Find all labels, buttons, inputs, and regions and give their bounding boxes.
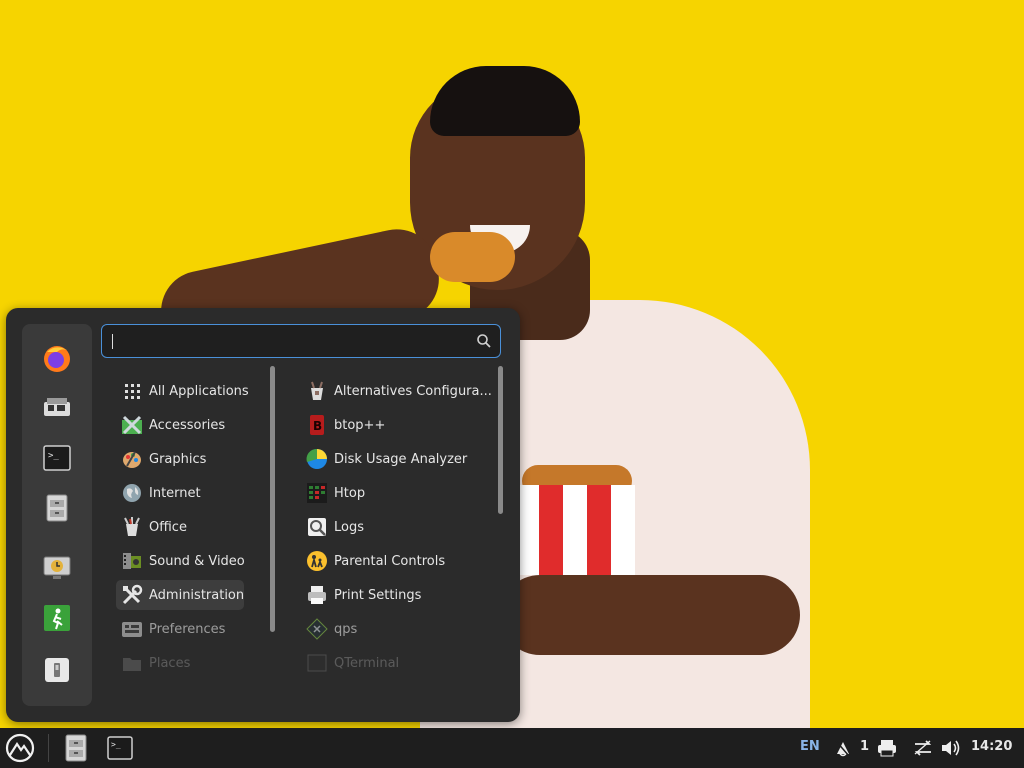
sound-video-icon — [121, 550, 143, 572]
administration-icon — [121, 584, 143, 606]
places-icon — [121, 652, 143, 674]
timeshift-icon[interactable] — [41, 552, 73, 584]
app-logs[interactable]: Logs — [301, 512, 364, 542]
software-manager-icon[interactable] — [41, 392, 73, 424]
app-label: Print Settings — [334, 587, 422, 603]
wallpaper-chicken — [430, 232, 515, 282]
clock[interactable]: 14:20 — [971, 739, 1012, 754]
application-list: Alternatives Configura... B btop++ Disk … — [301, 374, 491, 674]
category-label: Internet — [149, 485, 201, 501]
category-sound-video[interactable]: Sound & Video — [116, 546, 245, 576]
category-label: Sound & Video — [149, 553, 245, 569]
text-caret — [112, 334, 113, 349]
qps-icon — [306, 618, 328, 640]
category-label: Administration — [149, 587, 245, 603]
qterminal-icon — [306, 652, 328, 674]
wallpaper-bucket — [515, 485, 635, 575]
favorites-bar: >_ — [22, 324, 92, 706]
file-manager-launcher-icon[interactable] — [60, 732, 92, 764]
alternatives-icon — [306, 380, 328, 402]
start-menu-button[interactable] — [4, 732, 36, 764]
application-menu: >_ All Applications Accessories Graphics… — [6, 308, 520, 722]
app-disk-usage-analyzer[interactable]: Disk Usage Analyzer — [301, 444, 467, 474]
search-box[interactable] — [101, 324, 501, 358]
volume-icon[interactable] — [940, 732, 962, 764]
category-label: Graphics — [149, 451, 207, 467]
office-icon — [121, 516, 143, 538]
app-htop[interactable]: Htop — [301, 478, 365, 508]
notifications-count: 1 — [860, 739, 870, 754]
firefox-icon[interactable] — [41, 342, 73, 374]
taskbar: >_ EN 1 14:20 — [0, 728, 1024, 768]
category-graphics[interactable]: Graphics — [116, 444, 206, 474]
wallpaper-arm-right — [500, 575, 800, 655]
category-label: All Applications — [149, 383, 249, 399]
graphics-icon — [121, 448, 143, 470]
search-input[interactable] — [116, 329, 470, 355]
category-label: Accessories — [149, 417, 226, 433]
app-alternatives-configurator[interactable]: Alternatives Configura... — [301, 376, 491, 406]
app-parental-controls[interactable]: Parental Controls — [301, 546, 445, 576]
internet-icon — [121, 482, 143, 504]
category-administration[interactable]: Administration — [116, 580, 244, 610]
svg-text:>_: >_ — [48, 451, 59, 461]
category-scrollbar[interactable] — [270, 366, 275, 632]
logout-icon[interactable] — [41, 602, 73, 634]
app-label: QTerminal — [334, 655, 400, 671]
htop-icon — [306, 482, 328, 504]
grid-icon — [121, 380, 143, 402]
svg-text:B: B — [313, 419, 322, 433]
app-btop[interactable]: B btop++ — [301, 410, 385, 440]
category-label: Preferences — [149, 621, 226, 637]
keyboard-layout-indicator[interactable]: EN — [800, 739, 820, 754]
accessories-icon — [121, 414, 143, 436]
category-places[interactable]: Places — [116, 648, 190, 674]
app-print-settings[interactable]: Print Settings — [301, 580, 421, 610]
category-all-applications[interactable]: All Applications — [116, 376, 249, 406]
printer-tray-icon[interactable] — [876, 732, 898, 764]
app-label: qps — [334, 621, 358, 637]
app-label: Logs — [334, 519, 364, 535]
category-office[interactable]: Office — [116, 512, 187, 542]
category-preferences[interactable]: Preferences — [116, 614, 225, 644]
category-list: All Applications Accessories Graphics In… — [116, 374, 266, 674]
app-label: btop++ — [334, 417, 386, 433]
notifications-icon[interactable] — [834, 732, 852, 764]
shutdown-icon[interactable] — [41, 654, 73, 686]
svg-text:>_: >_ — [111, 740, 121, 749]
printer-icon — [306, 584, 328, 606]
category-internet[interactable]: Internet — [116, 478, 201, 508]
terminal-launcher-icon[interactable]: >_ — [104, 732, 136, 764]
search-icon[interactable] — [476, 333, 492, 349]
app-qterminal[interactable]: QTerminal — [301, 648, 399, 674]
application-scrollbar[interactable] — [498, 366, 503, 514]
category-label: Places — [149, 655, 191, 671]
category-label: Office — [149, 519, 187, 535]
terminal-icon[interactable]: >_ — [41, 442, 73, 474]
parental-controls-icon — [306, 550, 328, 572]
app-label: Htop — [334, 485, 366, 501]
app-label: Parental Controls — [334, 553, 446, 569]
file-manager-icon[interactable] — [41, 492, 73, 524]
btop-icon: B — [306, 414, 328, 436]
app-label: Alternatives Configura... — [334, 383, 491, 399]
category-accessories[interactable]: Accessories — [116, 410, 225, 440]
wallpaper-hair — [430, 66, 580, 136]
network-icon[interactable] — [912, 732, 934, 764]
taskbar-separator — [48, 734, 49, 762]
preferences-icon — [121, 618, 143, 640]
logs-icon — [306, 516, 328, 538]
disk-usage-icon — [306, 448, 328, 470]
app-qps[interactable]: qps — [301, 614, 357, 644]
app-label: Disk Usage Analyzer — [334, 451, 468, 467]
